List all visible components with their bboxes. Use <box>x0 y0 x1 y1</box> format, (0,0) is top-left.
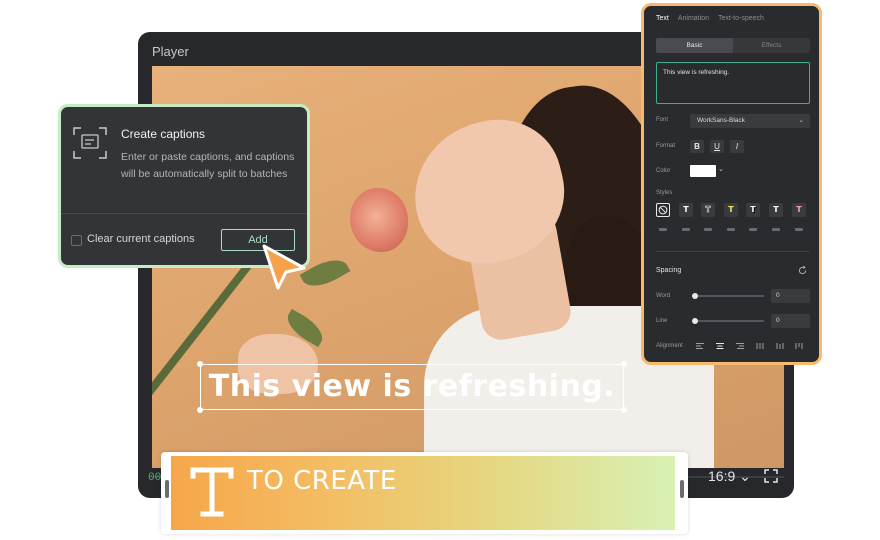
line-label: Line <box>656 318 668 324</box>
spacing-title: Spacing <box>656 267 682 274</box>
tab-animation[interactable]: Animation <box>678 15 709 22</box>
panel-tabs: Text Animation Text-to-speech <box>656 15 764 22</box>
fullscreen-icon[interactable] <box>764 469 778 483</box>
slider-thumb[interactable] <box>692 293 698 299</box>
text-track-clip[interactable]: TO CREATE <box>171 456 675 530</box>
text-style-yellow[interactable]: T <box>724 203 738 217</box>
line-spacing-input[interactable]: 0 <box>771 314 810 328</box>
vertical-align-icon[interactable] <box>776 343 784 349</box>
style-variant[interactable] <box>749 228 757 231</box>
bold-button[interactable]: B <box>690 140 704 153</box>
align-right-icon[interactable] <box>736 343 744 349</box>
divider <box>656 251 810 252</box>
banner-text: TO CREATE <box>247 466 397 496</box>
style-variant[interactable] <box>795 228 803 231</box>
style-variant[interactable] <box>772 228 780 231</box>
popup-description: Enter or paste captions, and captions wi… <box>121 151 295 180</box>
tab-text-to-speech[interactable]: Text-to-speech <box>718 15 764 22</box>
word-spacing-input[interactable]: 0 <box>771 289 810 303</box>
player-title: Player <box>152 44 189 59</box>
clear-captions-label[interactable]: Clear current captions <box>87 233 195 245</box>
timecode: 00 <box>148 472 162 484</box>
word-label: Word <box>656 293 671 299</box>
cursor-icon <box>262 244 306 290</box>
aspect-ratio-select[interactable]: 16:9 ⌄ <box>708 468 751 485</box>
slider-thumb[interactable] <box>692 318 698 324</box>
clear-captions-checkbox[interactable] <box>71 235 82 246</box>
text-track-banner: TO CREATE <box>161 452 688 534</box>
text-style-shadow[interactable]: T <box>746 203 760 217</box>
style-variant[interactable] <box>704 228 712 231</box>
italic-button[interactable]: I <box>730 140 744 153</box>
captions-icon <box>73 127 107 159</box>
color-swatch[interactable] <box>690 165 716 177</box>
font-label: Font <box>656 117 669 123</box>
style-variant[interactable] <box>727 228 735 231</box>
reset-icon[interactable] <box>798 266 807 275</box>
track-handle-left[interactable] <box>165 480 169 498</box>
text-input[interactable]: This view is refreshing. <box>656 62 810 104</box>
word-spacing-slider[interactable] <box>694 295 764 297</box>
caption-text[interactable]: This view is refreshing. <box>201 365 623 409</box>
font-value: WorkSans-Black <box>697 117 745 124</box>
style-variant[interactable] <box>682 228 690 231</box>
tab-text[interactable]: Text <box>656 15 669 22</box>
divider <box>61 213 307 214</box>
text-style-outline[interactable]: T <box>701 203 715 217</box>
styles-label: Styles <box>656 190 673 196</box>
underline-button[interactable]: U <box>710 140 724 153</box>
line-spacing-slider[interactable] <box>694 320 764 322</box>
no-style-icon[interactable] <box>656 203 670 217</box>
alignment-label: Alignment <box>656 343 683 349</box>
align-left-icon[interactable] <box>696 343 704 349</box>
track-handle-right[interactable] <box>680 480 684 498</box>
caption-selection-box[interactable]: This view is refreshing. <box>197 361 627 413</box>
chevron-down-icon: ⌄ <box>798 117 804 124</box>
text-style-plain[interactable]: T <box>679 203 693 217</box>
style-variant[interactable] <box>659 228 667 231</box>
vertical-align-icon[interactable] <box>756 343 764 349</box>
subtab-basic[interactable]: Basic <box>656 38 733 53</box>
photo-rose <box>350 188 408 252</box>
text-settings-panel: Text Animation Text-to-speech Basic Effe… <box>641 3 822 365</box>
text-t-icon <box>190 467 234 517</box>
panel-subtabs: Basic Effects <box>656 38 810 53</box>
vertical-align-icon[interactable] <box>795 343 803 349</box>
popup-title: Create captions <box>121 127 206 141</box>
align-center-icon[interactable] <box>716 343 724 349</box>
text-style-bold[interactable]: T <box>769 203 783 217</box>
color-label: Color <box>656 168 671 174</box>
font-select[interactable]: WorkSans-Black ⌄ <box>690 114 810 128</box>
chevron-down-icon[interactable]: ⌄ <box>718 165 724 173</box>
format-label: Format <box>656 143 676 149</box>
text-style-pink[interactable]: T <box>792 203 806 217</box>
subtab-effects[interactable]: Effects <box>733 38 810 53</box>
